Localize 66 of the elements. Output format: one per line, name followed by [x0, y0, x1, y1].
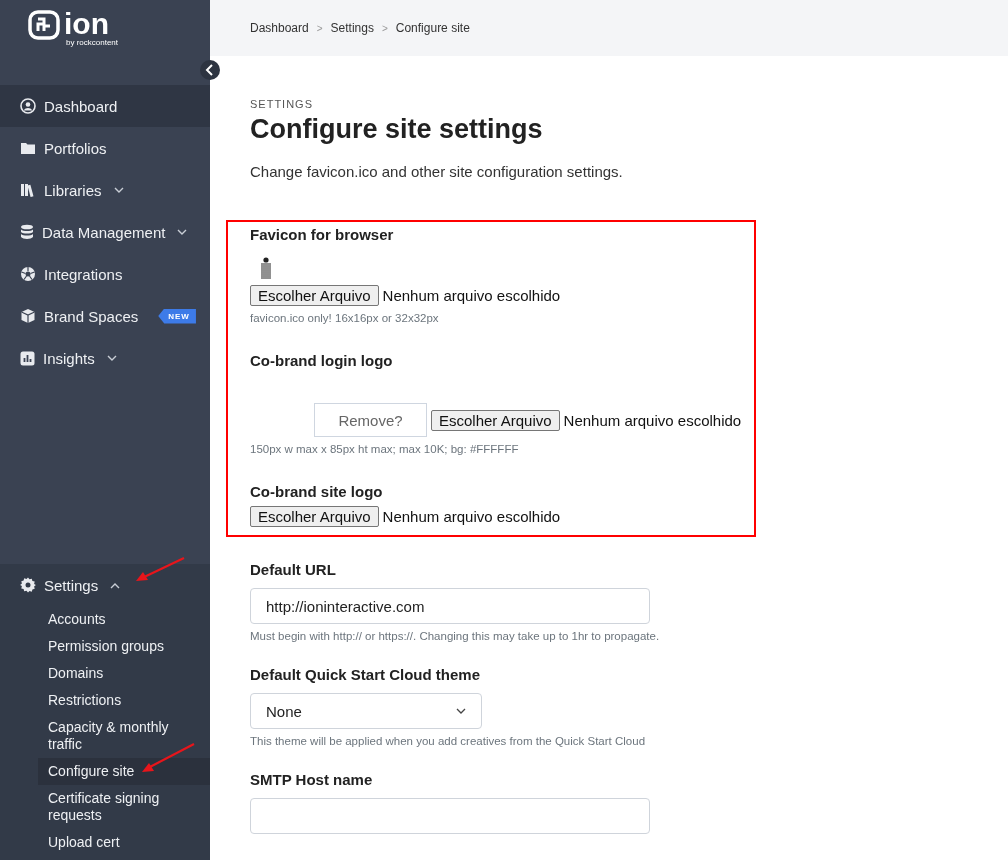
breadcrumb-separator: >: [381, 22, 388, 34]
page-description: Change favicon.ico and other site configuration settings.: [250, 163, 624, 180]
annotation-arrow: [134, 556, 186, 584]
field-label: Co-brand site logo: [250, 483, 384, 500]
books-icon: [20, 183, 36, 197]
logo-tagline: by rockcontent: [66, 38, 119, 47]
file-status: Nenhum arquivo escolhido: [563, 411, 742, 429]
breadcrumb-link[interactable]: Settings: [330, 21, 374, 35]
chevron-icon: [177, 228, 188, 236]
submenu-item[interactable]: Domains: [38, 660, 210, 687]
chevron-icon: [456, 708, 466, 714]
chevron-icon: [113, 186, 124, 194]
choose-file-button[interactable]: Escolher Arquivo: [250, 285, 379, 306]
logo-icon: [28, 10, 60, 40]
nav-item[interactable]: Insights: [0, 337, 210, 379]
submenu-item[interactable]: Capacity & monthly traffic: [38, 714, 210, 758]
chevron-icon: [106, 354, 117, 362]
settings-icon: [20, 577, 36, 593]
field-label: SMTP Host name: [250, 771, 374, 788]
remove-button[interactable]: Remove?: [314, 403, 427, 437]
choose-file-button[interactable]: Escolher Arquivo: [431, 409, 560, 431]
favicon-preview: [260, 257, 272, 279]
user-icon: [20, 98, 36, 114]
text-input[interactable]: [250, 798, 650, 834]
nav-item[interactable]: Dashboard: [0, 85, 210, 127]
section-label: SETTINGS: [250, 98, 314, 110]
chevron-left-icon: [205, 64, 215, 76]
field-label: Co-brand login logo: [250, 352, 394, 369]
breadcrumb-separator: >: [316, 22, 323, 34]
new-badge: NEW: [158, 308, 196, 324]
file-status: Nenhum arquivo escolhido: [382, 287, 561, 304]
collapse-button[interactable]: [200, 60, 220, 80]
nav-item[interactable]: Libraries: [0, 169, 210, 211]
folder-icon: [20, 141, 36, 155]
submenu-item[interactable]: Accounts: [38, 606, 210, 633]
submenu-item[interactable]: Permission groups: [38, 633, 210, 660]
breadcrumb-link[interactable]: Dashboard: [250, 21, 309, 35]
field-hint: 150px w max x 85px ht max; max 10K; bg: #FFFFFF: [250, 443, 520, 455]
field-label: Default URL: [250, 561, 337, 578]
page-title: Configure site settings: [250, 114, 544, 145]
chart-icon: [20, 350, 35, 366]
choose-file-button[interactable]: Escolher Arquivo: [250, 506, 379, 527]
theme-dropdown[interactable]: None: [250, 693, 482, 729]
cube-icon: [20, 308, 36, 324]
nav-item[interactable]: Settings: [0, 564, 210, 606]
text-input[interactable]: http://ioninteractive.com: [250, 588, 650, 624]
field-hint: Must begin with http:// or https://. Changing this may take up to 1hr to propagate.: [250, 630, 661, 642]
aperture-icon: [20, 266, 36, 282]
field-label: Default Quick Start Cloud theme: [250, 666, 482, 683]
submenu-item[interactable]: Certificate signing requests: [38, 785, 210, 829]
field-label: Favicon for browser: [250, 226, 395, 243]
nav-item[interactable]: Portfolios: [0, 127, 210, 169]
annotation-arrow: [140, 742, 196, 774]
nav-item[interactable]: Integrations: [0, 253, 210, 295]
file-status: Nenhum arquivo escolhido: [382, 508, 561, 525]
breadcrumb-link[interactable]: Configure site: [395, 21, 470, 35]
field-hint: This theme will be applied when you add creatives from the Quick Start Cloud: [250, 735, 647, 747]
database-icon: [20, 224, 34, 240]
logo-wordmark: ion: [64, 10, 110, 38]
submenu-item[interactable]: Configure site: [38, 758, 210, 785]
submenu-item[interactable]: Upload cert: [38, 829, 210, 856]
chevron-icon: [110, 581, 121, 589]
nav-item[interactable]: Brand Spaces NEW: [0, 295, 210, 337]
submenu-item[interactable]: Restrictions: [38, 687, 210, 714]
nav-item[interactable]: Data Management: [0, 211, 210, 253]
field-hint: favicon.ico only! 16x16px or 32x32px: [250, 312, 440, 324]
